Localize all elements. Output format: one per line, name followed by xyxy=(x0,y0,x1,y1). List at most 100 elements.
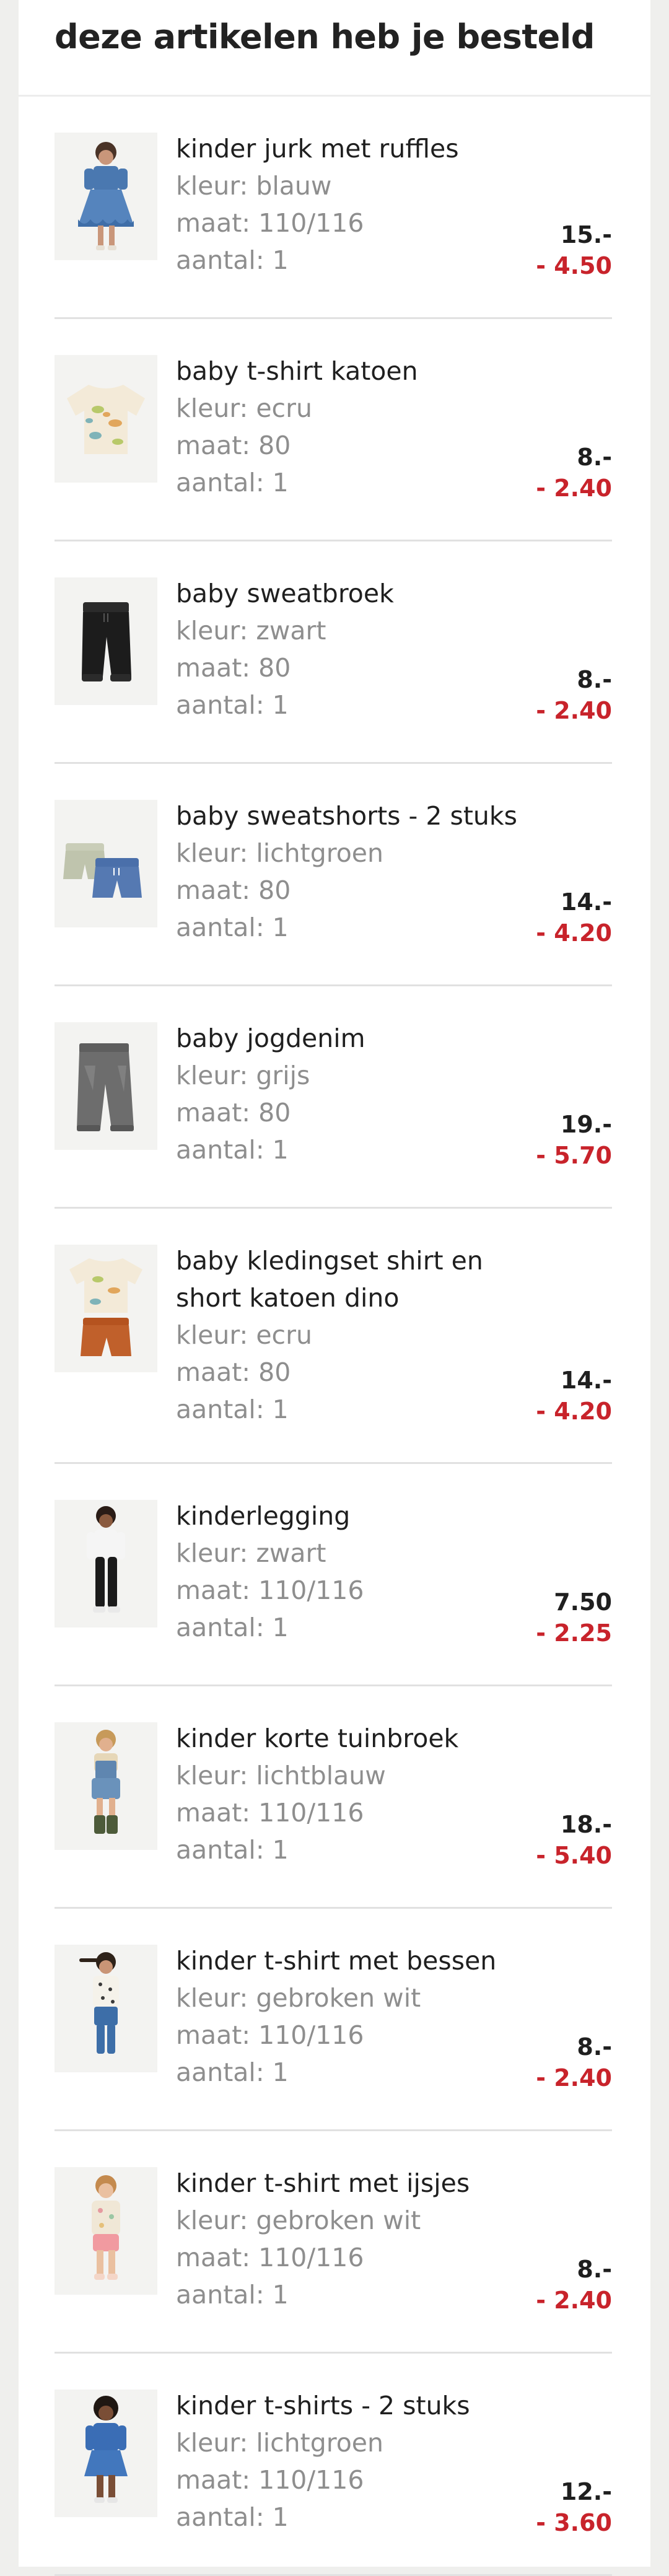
item-price-discount: - 4.50 xyxy=(536,252,612,279)
item-price-discount: - 3.60 xyxy=(536,2509,612,2536)
product-image-overall-shorts[interactable] xyxy=(55,1722,157,1850)
product-image-jogdenim[interactable] xyxy=(55,1022,157,1150)
item-name[interactable]: kinder t-shirt met bessen xyxy=(176,1942,523,1979)
item-price-original: 15.- xyxy=(560,221,612,248)
item-quantity: aantal: 1 xyxy=(176,468,289,497)
item-price-original: 8.- xyxy=(577,666,612,693)
product-image-tshirt[interactable] xyxy=(55,355,157,483)
item-color: kleur: blauw xyxy=(176,171,332,201)
item-name[interactable]: baby kledingset shirt en short katoen di… xyxy=(176,1242,523,1316)
item-quantity: aantal: 1 xyxy=(176,2502,289,2532)
item-name[interactable]: baby sweatbroek xyxy=(176,575,523,612)
item-price: 8.- - 2.40 xyxy=(536,442,612,504)
item-color: kleur: lichtgroen xyxy=(176,838,383,868)
item-name[interactable]: baby jogdenim xyxy=(176,1020,523,1057)
product-image-legging[interactable] xyxy=(55,1500,157,1628)
item-price-discount: - 2.40 xyxy=(536,2064,612,2092)
order-item[interactable]: baby sweatshorts - 2 stuks kleur: lichtg… xyxy=(55,764,612,986)
item-price-discount: - 5.70 xyxy=(536,1142,612,1169)
item-price-original: 19.- xyxy=(560,1111,612,1138)
item-size: maat: 80 xyxy=(176,431,291,460)
item-price-original: 18.- xyxy=(560,1811,612,1838)
item-price: 15.- - 4.50 xyxy=(536,219,612,281)
item-price-discount: - 4.20 xyxy=(536,1398,612,1425)
product-image-sweatpants[interactable] xyxy=(55,577,157,705)
item-color: kleur: ecru xyxy=(176,1320,312,1350)
item-details: baby kledingset shirt en short katoen di… xyxy=(176,1242,523,1428)
item-details: kinderlegging kleur: zwart maat: 110/116… xyxy=(176,1497,523,1646)
product-image-tshirts[interactable] xyxy=(55,2390,157,2517)
item-price-discount: - 2.40 xyxy=(536,697,612,724)
item-price-discount: - 2.40 xyxy=(536,2287,612,2314)
item-quantity: aantal: 1 xyxy=(176,2280,289,2310)
item-price: 18.- - 5.40 xyxy=(536,1809,612,1871)
order-item[interactable]: kinderlegging kleur: zwart maat: 110/116… xyxy=(55,1464,612,1686)
product-image-dress[interactable] xyxy=(55,133,157,260)
item-quantity: aantal: 1 xyxy=(176,1835,289,1865)
item-name[interactable]: kinder t-shirts - 2 stuks xyxy=(176,2387,523,2424)
product-image-berry-tshirt[interactable] xyxy=(55,1945,157,2072)
item-size: maat: 110/116 xyxy=(176,2020,364,2050)
item-name[interactable]: kinder jurk met ruffles xyxy=(176,130,523,167)
item-color: kleur: zwart xyxy=(176,1538,326,1568)
item-details: kinder korte tuinbroek kleur: lichtblauw… xyxy=(176,1720,523,1868)
item-name[interactable]: kinder t-shirt met ijsjes xyxy=(176,2165,523,2202)
item-color: kleur: zwart xyxy=(176,616,326,646)
product-image-clothing-set[interactable] xyxy=(55,1245,157,1372)
item-quantity: aantal: 1 xyxy=(176,913,289,942)
item-price-original: 14.- xyxy=(560,1367,612,1394)
item-size: maat: 80 xyxy=(176,653,291,683)
item-details: kinder t-shirt met bessen kleur: gebroke… xyxy=(176,1942,523,2091)
item-quantity: aantal: 1 xyxy=(176,690,289,720)
item-price: 19.- - 5.70 xyxy=(536,1109,612,1171)
ecru-dino-tshirt-photo xyxy=(67,385,145,454)
order-item[interactable]: kinder jurk met ruffles kleur: blauw maa… xyxy=(55,97,612,319)
item-price-original: 8.- xyxy=(577,444,612,471)
order-item[interactable]: kinder t-shirt met ijsjes kleur: gebroke… xyxy=(55,2131,612,2354)
product-image-icecream-tshirt[interactable] xyxy=(55,2167,157,2295)
item-color: kleur: gebroken wit xyxy=(176,1983,421,2013)
black-sweatpants-photo xyxy=(82,602,131,681)
item-details: baby sweatshorts - 2 stuks kleur: lichtg… xyxy=(176,797,523,946)
item-name[interactable]: baby t-shirt katoen xyxy=(176,353,523,390)
item-color: kleur: ecru xyxy=(176,393,312,423)
item-color: kleur: grijs xyxy=(176,1061,310,1090)
item-details: baby t-shirt katoen kleur: ecru maat: 80… xyxy=(176,353,523,501)
item-price-original: 8.- xyxy=(577,2033,612,2061)
item-price-discount: - 2.25 xyxy=(536,1619,612,1647)
item-quantity: aantal: 1 xyxy=(176,1613,289,1642)
girl-blue-ruffle-dress-photo xyxy=(78,142,134,250)
item-color: kleur: lichtgroen xyxy=(176,2428,383,2458)
girl-black-legging-photo xyxy=(87,1506,125,1613)
order-item[interactable]: baby sweatbroek kleur: zwart maat: 80 aa… xyxy=(55,541,612,764)
item-size: maat: 110/116 xyxy=(176,1798,364,1828)
order-item[interactable]: baby kledingset shirt en short katoen di… xyxy=(55,1209,612,1464)
order-item[interactable]: kinder korte tuinbroek kleur: lichtblauw… xyxy=(55,1686,612,1909)
item-name[interactable]: kinderlegging xyxy=(176,1497,523,1535)
item-details: baby sweatbroek kleur: zwart maat: 80 aa… xyxy=(176,575,523,724)
order-item[interactable]: baby jogdenim kleur: grijs maat: 80 aant… xyxy=(55,986,612,1209)
item-quantity: aantal: 1 xyxy=(176,1395,289,1424)
girl-berry-tshirt-photo xyxy=(79,1952,119,2054)
item-name[interactable]: baby sweatshorts - 2 stuks xyxy=(176,797,523,835)
item-size: maat: 80 xyxy=(176,1357,291,1387)
item-size: maat: 80 xyxy=(176,1098,291,1128)
grey-jeans-photo xyxy=(77,1043,134,1131)
two-sweatshorts-photo xyxy=(63,843,142,898)
item-price-original: 8.- xyxy=(577,2256,612,2283)
product-image-sweatshorts[interactable] xyxy=(55,800,157,927)
item-quantity: aantal: 1 xyxy=(176,245,289,275)
order-item[interactable]: kinder t-shirts - 2 stuks kleur: lichtgr… xyxy=(55,2354,612,2576)
order-items-title: deze artikelen heb je besteld xyxy=(55,17,595,56)
item-color: kleur: gebroken wit xyxy=(176,2206,421,2235)
item-price: 14.- - 4.20 xyxy=(536,887,612,948)
item-details: baby jogdenim kleur: grijs maat: 80 aant… xyxy=(176,1020,523,1168)
item-price-discount: - 5.40 xyxy=(536,1842,612,1869)
item-price-original: 14.- xyxy=(560,888,612,916)
item-name[interactable]: kinder korte tuinbroek xyxy=(176,1720,523,1757)
order-item[interactable]: baby t-shirt katoen kleur: ecru maat: 80… xyxy=(55,319,612,541)
order-item[interactable]: kinder t-shirt met bessen kleur: gebroke… xyxy=(55,1909,612,2131)
item-price: 12.- - 3.60 xyxy=(536,2476,612,2538)
item-price: 7.50 - 2.25 xyxy=(536,1587,612,1649)
item-details: kinder t-shirts - 2 stuks kleur: lichtgr… xyxy=(176,2387,523,2536)
